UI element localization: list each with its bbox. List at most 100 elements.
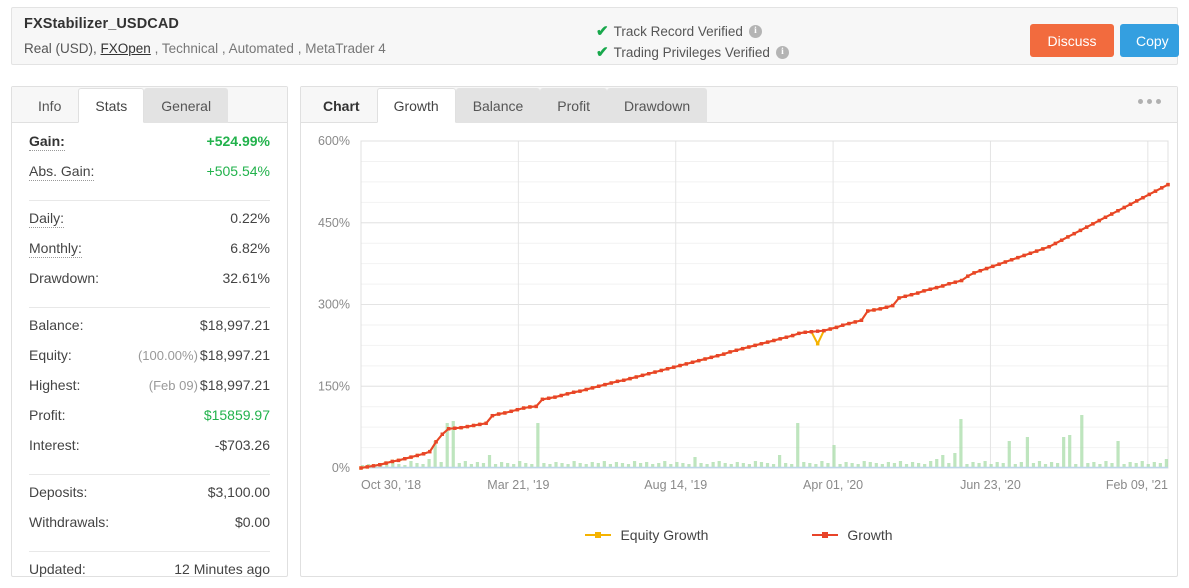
series-marker <box>1072 231 1076 236</box>
volume-bar <box>1116 441 1120 467</box>
volume-bar <box>518 461 522 467</box>
series-marker <box>384 461 388 465</box>
stat-value: -$703.26 <box>214 437 270 453</box>
series-marker <box>866 309 870 313</box>
series-marker <box>728 350 732 354</box>
growth-chart: 0% 150% 300% 450% 600% Oct 30, '18 Mar 21, '19… <box>301 123 1177 576</box>
volume-bar <box>572 461 576 467</box>
y-axis-tick-label: 150% <box>318 379 350 393</box>
volume-bar <box>1140 461 1144 467</box>
info-icon[interactable]: i <box>775 46 789 59</box>
tab-growth[interactable]: Growth <box>376 88 456 123</box>
tab-drawdown[interactable]: Drawdown <box>606 88 708 123</box>
series-marker <box>1034 249 1039 253</box>
series-marker <box>1078 228 1083 233</box>
page-title: FXStabilizer_USDCAD <box>24 16 179 32</box>
stat-label: Equity: <box>29 347 72 363</box>
series-marker <box>840 323 845 327</box>
account-meta: Real (USD), FXOpen , Technical , Automat… <box>24 41 386 56</box>
verification-badges: ✔ Track Record Verified i ✔ Trading Priv… <box>596 21 789 63</box>
volume-bar <box>959 419 963 467</box>
series-marker <box>628 376 632 381</box>
series-marker <box>471 423 476 428</box>
volume-bar <box>487 455 492 467</box>
volume-bar <box>493 464 498 467</box>
copy-button[interactable]: Copy <box>1120 24 1179 57</box>
series-marker <box>615 379 620 384</box>
volume-bar <box>1110 463 1114 467</box>
stat-row-highest: Highest: (Feb 09) $18,997.21 <box>29 377 270 407</box>
series-marker <box>515 407 520 412</box>
volume-bar <box>675 462 679 467</box>
stat-label[interactable]: Abs. Gain: <box>29 163 95 181</box>
volume-bar <box>947 463 951 467</box>
series-marker <box>1066 235 1070 239</box>
tab-profit[interactable]: Profit <box>540 88 607 123</box>
volume-bar <box>784 463 788 467</box>
tab-general[interactable]: General <box>144 88 229 123</box>
stat-amount: $18,997.21 <box>199 347 270 363</box>
series-marker <box>822 328 826 333</box>
info-icon[interactable]: i <box>748 25 762 38</box>
account-header: FXStabilizer_USDCAD Real (USD), FXOpen ,… <box>11 7 1179 65</box>
series-marker <box>909 292 914 297</box>
series-marker <box>634 375 638 379</box>
tab-stats[interactable]: Stats <box>78 88 145 123</box>
tab-balance[interactable]: Balance <box>455 88 541 123</box>
stat-row-monthly: Monthly: 6.82% <box>29 240 270 270</box>
volume-bar <box>1031 463 1036 467</box>
volume-bar <box>747 464 751 467</box>
tab-info[interactable]: Info <box>21 88 78 123</box>
series-marker <box>365 465 369 469</box>
stat-prefix: (Feb 09) <box>148 378 198 393</box>
series-marker <box>1141 195 1145 200</box>
badge-label: Track Record Verified <box>613 24 743 39</box>
series-marker <box>715 354 720 358</box>
volume-bar <box>741 463 745 467</box>
legend-item-growth[interactable]: Growth <box>812 527 893 543</box>
series-marker <box>978 269 983 273</box>
volume-bar <box>814 464 818 467</box>
series-marker <box>884 305 889 309</box>
volume-bar <box>935 459 939 467</box>
discuss-button[interactable]: Discuss <box>1030 24 1114 57</box>
volume-bar <box>614 462 619 467</box>
legend-item-equity-growth[interactable]: Equity Growth <box>585 527 708 543</box>
volume-bar <box>608 464 612 467</box>
series-marker <box>1003 260 1008 264</box>
volume-bar <box>409 461 413 467</box>
volume-bar <box>735 462 739 467</box>
chart-canvas[interactable]: 0% 150% 300% 450% 600% Oct 30, '18 Mar 21, '19… <box>301 123 1179 523</box>
stats-list: Gain: +524.99% Abs. Gain: +505.54% Daily… <box>12 123 287 577</box>
series-marker <box>1109 212 1114 216</box>
stat-label[interactable]: Monthly: <box>29 240 82 258</box>
series-marker <box>421 452 426 456</box>
volume-bar <box>1104 461 1108 467</box>
y-axis-tick-label: 600% <box>318 134 350 148</box>
series-marker <box>1053 241 1058 246</box>
stat-label[interactable]: Gain: <box>29 133 65 151</box>
volume-bar <box>753 461 758 467</box>
divider <box>29 474 270 475</box>
series-marker <box>784 335 789 339</box>
stat-label[interactable]: Daily: <box>29 210 65 228</box>
volume-bar <box>500 462 504 467</box>
series-marker <box>1153 189 1158 193</box>
series-marker <box>916 291 920 295</box>
series-marker <box>609 381 613 385</box>
more-horizontal-icon[interactable] <box>1138 99 1161 104</box>
volume-bar <box>995 462 999 467</box>
stat-row-updated: Updated: 12 Minutes ago <box>29 561 270 588</box>
volume-bar <box>1152 462 1156 467</box>
series-marker <box>690 360 695 364</box>
broker-link[interactable]: FXOpen <box>101 41 151 56</box>
series-marker <box>853 320 857 324</box>
volume-bar <box>1086 463 1090 467</box>
series-marker <box>415 453 420 458</box>
volume-bar <box>530 464 534 467</box>
series-marker <box>903 294 907 299</box>
stat-row-equity: Equity: (100.00%) $18,997.21 <box>29 347 270 377</box>
series-marker <box>991 264 995 269</box>
volume-bar <box>548 464 552 467</box>
stat-value: (Feb 09) $18,997.21 <box>149 377 270 393</box>
